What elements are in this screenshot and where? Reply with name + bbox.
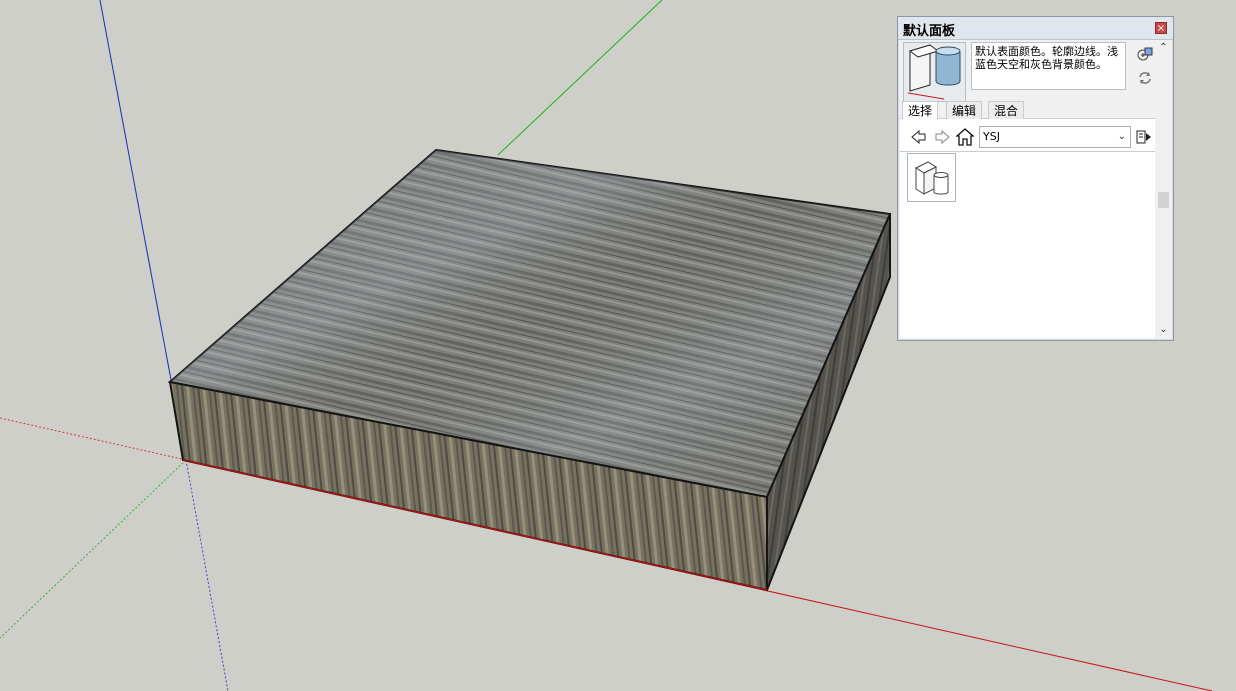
collection-nav: YSJ ⌄ (904, 126, 1169, 150)
panel-scrollbar[interactable]: ⌃ ⌄ (1156, 42, 1171, 338)
style-description[interactable]: 默认表面颜色。轮廓边线。浅蓝色天空和灰色背景颜色。 (971, 42, 1126, 90)
style-thumbnail-icon (914, 161, 949, 195)
update-style-icon[interactable] (1137, 70, 1153, 86)
chevron-down-icon: ⌄ (1117, 131, 1126, 142)
forward-arrow-icon[interactable] (933, 128, 951, 146)
tab-mix[interactable]: 混合 (988, 101, 1025, 119)
style-preview-icon (904, 43, 965, 101)
green-axis-dotted (0, 459, 187, 639)
close-icon[interactable]: × (1155, 22, 1167, 34)
divider (900, 151, 1155, 152)
tab-edit[interactable]: 编辑 (946, 101, 983, 119)
default-tray-panel: 默认面板 × 默认表面颜色。轮廓边线。浅蓝色天空和灰色背景颜色。 ⌃ ⌄ 选择 … (897, 16, 1174, 341)
create-style-icon[interactable] (1137, 46, 1153, 62)
style-thumbnail[interactable] (907, 153, 956, 202)
panel-title: 默认面板 (903, 24, 956, 39)
back-arrow-icon[interactable] (910, 128, 928, 146)
home-icon[interactable] (955, 128, 975, 146)
scroll-thumb[interactable] (1158, 192, 1169, 208)
green-axis (497, 0, 663, 156)
tab-select[interactable]: 选择 (902, 101, 939, 119)
blue-axis-dotted (185, 459, 229, 691)
scroll-down-icon[interactable]: ⌄ (1156, 324, 1171, 338)
scroll-up-icon[interactable]: ⌃ (1156, 42, 1171, 56)
collection-select[interactable]: YSJ ⌄ (979, 126, 1131, 148)
style-preview (903, 42, 966, 102)
tab-strip: 选择 编辑 混合 (902, 101, 1173, 119)
details-menu-icon[interactable] (1135, 128, 1153, 146)
collection-select-value: YSJ (983, 130, 1000, 143)
red-axis-dotted (0, 417, 187, 461)
panel-titlebar[interactable]: 默认面板 × (898, 17, 1173, 40)
